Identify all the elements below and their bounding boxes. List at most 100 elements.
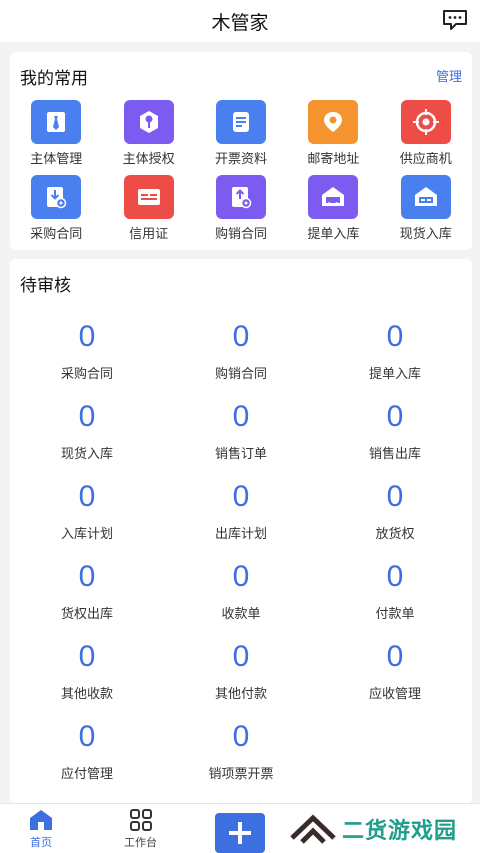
pending-item[interactable]: 0 采购合同	[10, 319, 164, 382]
pending-label: 放货权	[375, 527, 415, 542]
pending-label: 收款单	[221, 607, 261, 622]
pending-count: 0	[232, 320, 250, 353]
pending-item[interactable]: 0 销售出库	[318, 399, 472, 462]
common-section-title: 我的常用	[20, 69, 88, 89]
pending-label: 销售订单	[214, 447, 267, 462]
pending-count: 0	[232, 480, 250, 513]
pending-label: 采购合同	[60, 367, 113, 382]
watermark: 二货游戏园	[290, 806, 480, 852]
manage-link[interactable]: 管理	[436, 66, 462, 85]
pending-count: 0	[386, 320, 404, 353]
pending-item[interactable]: 0 其他付款	[164, 639, 318, 702]
shortcut-label: 现货入库	[399, 227, 452, 242]
pending-label: 其他付款	[214, 687, 267, 702]
pending-item[interactable]: 0 购销合同	[164, 319, 318, 382]
watermark-logo-icon	[290, 814, 336, 844]
pending-label: 货权出库	[60, 607, 113, 622]
document-icon	[215, 100, 266, 144]
pending-count: 0	[78, 480, 96, 513]
warehouse-icon	[400, 175, 451, 219]
shortcut-purchase-contract[interactable]: 采购合同	[10, 175, 102, 242]
pending-count: 0	[78, 640, 96, 673]
shortcut-label: 主体授权	[122, 152, 175, 167]
shortcut-label: 采购合同	[30, 227, 83, 242]
tab-home[interactable]: 首页	[28, 808, 54, 850]
pending-review-card: 待审核 0 采购合同 0 购销合同 0 提单入库 0 现货入库 0 销售订单 0 销售出库 …	[10, 259, 472, 804]
pending-item[interactable]: 0 收款单	[164, 559, 318, 622]
shortcut-label: 购销合同	[214, 227, 267, 242]
pending-item[interactable]: 0 付款单	[318, 559, 472, 622]
pending-count: 0	[78, 720, 96, 753]
pending-label: 应收管理	[368, 687, 421, 702]
pending-item[interactable]: 0 其他收款	[10, 639, 164, 702]
app-title: 木管家	[211, 12, 269, 34]
warehouse-truck-icon	[308, 175, 359, 219]
pending-label: 销售出库	[368, 447, 421, 462]
shortcut-label: 开票资料	[214, 152, 267, 167]
pending-item[interactable]: 0 销售订单	[164, 399, 318, 462]
common-grid: 主体管理 主体授权 开票资料 邮寄地址 供应商机 采购合同 信用证 购销合同 提…	[10, 100, 472, 242]
pending-item[interactable]: 0 提单入库	[318, 319, 472, 382]
shortcut-label: 信用证	[129, 227, 169, 242]
pending-grid: 0 采购合同 0 购销合同 0 提单入库 0 现货入库 0 销售订单 0 销售出库 0 入库计…	[10, 319, 472, 782]
plus-icon	[229, 822, 251, 844]
shortcut-sales-contract[interactable]: 购销合同	[195, 175, 287, 242]
pending-item[interactable]: 0 应收管理	[318, 639, 472, 702]
pending-count: 0	[386, 480, 404, 513]
shortcut-mailing-address[interactable]: 邮寄地址	[287, 100, 379, 167]
add-button[interactable]	[215, 813, 265, 853]
pending-count: 0	[78, 320, 96, 353]
home-icon	[30, 810, 52, 830]
pending-label: 现货入库	[60, 447, 113, 462]
shortcut-subject-authorization[interactable]: 主体授权	[102, 100, 194, 167]
shortcut-label: 邮寄地址	[307, 152, 360, 167]
shortcut-letter-of-credit[interactable]: 信用证	[102, 175, 194, 242]
pending-count: 0	[386, 640, 404, 673]
pending-count: 0	[386, 400, 404, 433]
pending-count: 0	[232, 640, 250, 673]
tab-home-label: 首页	[30, 836, 52, 849]
grid-icon	[129, 809, 152, 831]
pending-item[interactable]: 0 现货入库	[10, 399, 164, 462]
target-icon	[400, 100, 451, 144]
pending-item[interactable]: 0 出库计划	[164, 479, 318, 542]
pending-count: 0	[232, 720, 250, 753]
pending-label: 购销合同	[214, 367, 267, 382]
tab-workbench-label: 工作台	[124, 836, 157, 849]
pending-count: 0	[232, 560, 250, 593]
card-icon	[123, 175, 174, 219]
top-bar: 木管家	[0, 0, 480, 42]
pending-label: 出库计划	[214, 527, 267, 542]
shortcut-spot-inbound[interactable]: 现货入库	[380, 175, 472, 242]
shortcut-invoice-info[interactable]: 开票资料	[195, 100, 287, 167]
shortcut-supplier-opportunity[interactable]: 供应商机	[380, 100, 472, 167]
pending-item[interactable]: 0 放货权	[318, 479, 472, 542]
pending-count: 0	[78, 560, 96, 593]
pending-item[interactable]: 0 货权出库	[10, 559, 164, 622]
pending-item[interactable]: 0 入库计划	[10, 479, 164, 542]
shortcut-bill-of-lading-inbound[interactable]: 提单入库	[287, 175, 379, 242]
pending-label: 销项票开票	[208, 767, 274, 782]
pending-label: 入库计划	[60, 527, 113, 542]
pending-count: 0	[232, 400, 250, 433]
pending-label: 应付管理	[60, 767, 113, 782]
tie-icon	[31, 100, 82, 144]
common-functions-card: 我的常用 管理 主体管理 主体授权 开票资料 邮寄地址 供应商机 采购合同 信用…	[10, 52, 472, 250]
shortcut-subject-management[interactable]: 主体管理	[10, 100, 102, 167]
pending-count: 0	[386, 560, 404, 593]
watermark-text: 二货游戏园	[342, 819, 458, 844]
location-pin-icon	[308, 100, 359, 144]
pending-item[interactable]: 0 销项票开票	[164, 719, 318, 782]
tab-workbench[interactable]: 工作台	[124, 808, 157, 850]
pending-label: 付款单	[375, 607, 415, 622]
pending-section-title: 待审核	[20, 276, 71, 296]
key-icon	[123, 100, 174, 144]
message-icon[interactable]	[442, 9, 468, 31]
shortcut-label: 主体管理	[30, 152, 83, 167]
contract-upload-icon	[215, 175, 266, 219]
pending-item[interactable]: 0 应付管理	[10, 719, 164, 782]
shortcut-label: 提单入库	[307, 227, 360, 242]
pending-count: 0	[78, 400, 96, 433]
contract-download-icon	[31, 175, 82, 219]
pending-label: 其他收款	[60, 687, 113, 702]
